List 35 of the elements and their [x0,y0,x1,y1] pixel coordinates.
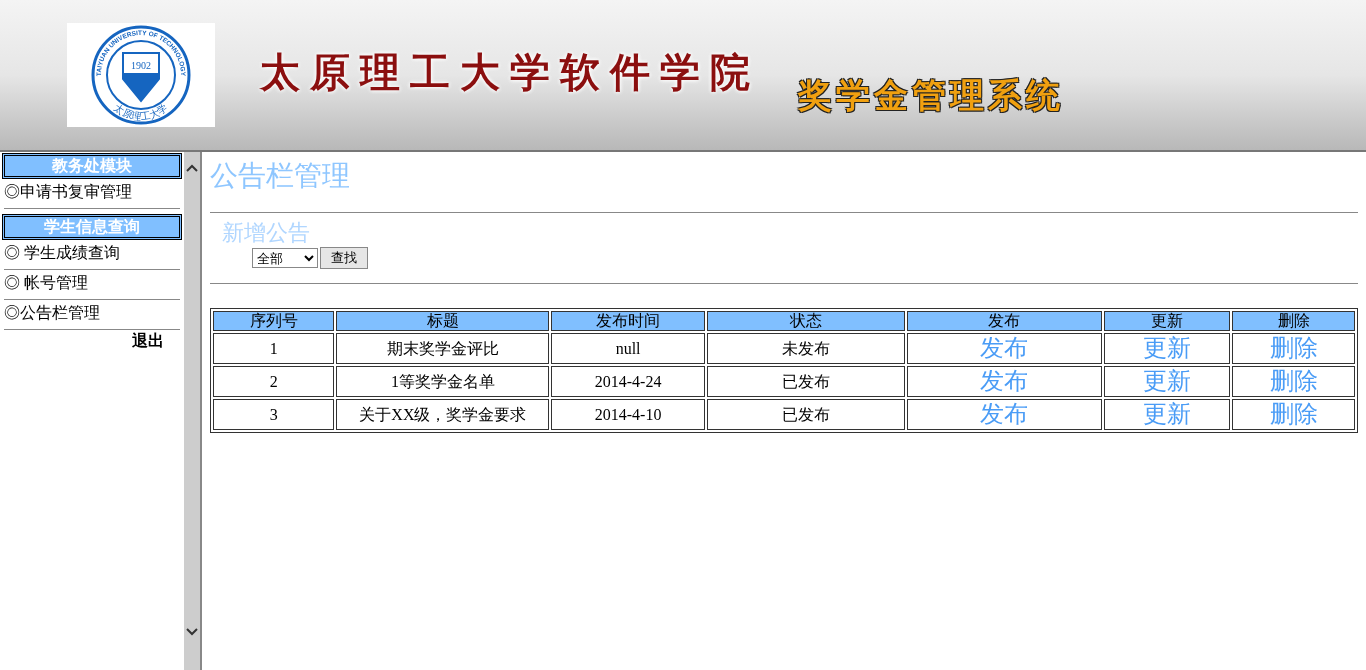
page-title: 公告栏管理 [210,159,351,193]
scrollbar[interactable] [184,152,202,670]
scroll-up-icon[interactable] [186,164,198,172]
scroll-down-icon[interactable] [186,628,198,636]
logout-link[interactable]: 退出 [0,330,184,352]
column-header: 更新 [1104,311,1231,331]
column-header: 删除 [1232,311,1355,331]
table-cell: 1等奖学金名单 [336,366,550,397]
system-title: 奖学金管理系统 [798,75,1064,116]
table-cell: 1 [213,333,335,364]
column-header: 发布 [906,311,1103,331]
table-cell: 2 [213,366,335,397]
school-title: 太原理工大学软件学院 [260,49,760,97]
column-header: 标题 [336,311,550,331]
table-cell: 2014-4-10 [551,399,705,430]
sidebar-link[interactable]: ◎ 帐号管理 [4,270,180,300]
table-cell: null [551,333,705,364]
sidebar-link[interactable]: ◎公告栏管理 [4,300,180,330]
sidebar-link[interactable]: ◎ 学生成绩查询 [4,240,180,270]
column-header: 序列号 [213,311,335,331]
column-header: 发布时间 [551,311,705,331]
sidebar-link[interactable]: ◎申请书复审管理 [4,179,180,209]
status-filter-dropdown[interactable]: 全部 [252,248,318,268]
table-cell: 3 [213,399,335,430]
table-cell: 已发布 [706,399,905,430]
table-cell: 未发布 [706,333,905,364]
add-notice-link[interactable]: 新增公告 [222,219,310,247]
sidebar-section-header: 教务处模块 [2,153,182,179]
table-cell: 关于XX级，奖学金要求 [336,399,550,430]
sidebar-section-header: 学生信息查询 [2,214,182,240]
column-header: 状态 [706,311,905,331]
table-cell: 已发布 [706,366,905,397]
search-button[interactable]: 查找 [320,247,368,269]
table-cell: 期末奖学金评比 [336,333,550,364]
table-cell: 2014-4-24 [551,366,705,397]
